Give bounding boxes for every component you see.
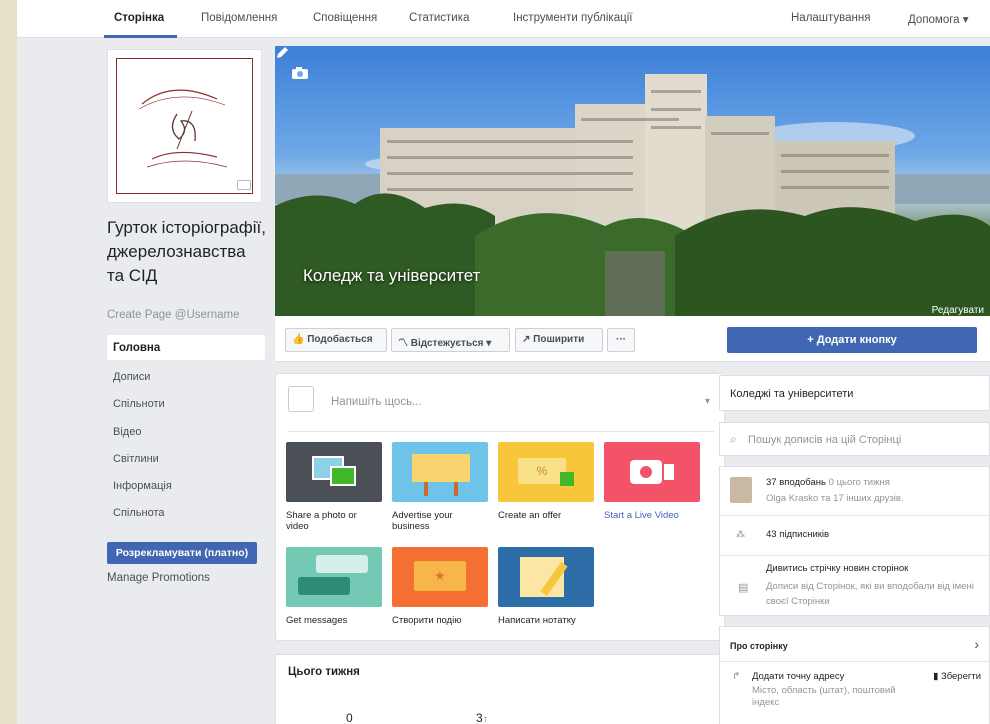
tab-settings[interactable]: Налаштування (791, 12, 870, 24)
tile-create-offer[interactable]: % Create an offer (498, 442, 594, 521)
pages-feed-desc: Дописи від Сторінок, які ви вподобали ві… (766, 581, 974, 607)
tab-messages[interactable]: Повідомлення (201, 12, 277, 24)
messages-icon (286, 547, 382, 607)
composer-divider (288, 431, 714, 432)
tab-insights[interactable]: Статистика (409, 12, 469, 24)
sidebar-item-community[interactable]: Спільнота (113, 507, 164, 519)
tile-share-photo[interactable]: Share a photo or video (286, 442, 382, 532)
sidebar-item-videos[interactable]: Відео (113, 426, 141, 438)
like-button[interactable]: 👍 Подобається (285, 328, 387, 352)
page-action-bar: 👍 Подобається 〽 Відстежується ▾ ↗ Пошири… (275, 316, 990, 362)
avatar (730, 477, 752, 503)
this-week-card: Цього тижня 0 3↑ (275, 654, 725, 724)
ticket-icon: ★ (392, 547, 488, 607)
tile-advertise[interactable]: Advertise your business (392, 442, 488, 532)
avatar (288, 386, 314, 412)
cover-category: Коледж та університет (303, 266, 481, 285)
profile-logo-frame (116, 58, 253, 194)
tab-notifications[interactable]: Сповіщення (313, 12, 377, 24)
up-arrow-icon: ↑ (482, 714, 488, 724)
about-title[interactable]: Про сторінку (730, 641, 788, 651)
divider (720, 555, 989, 556)
stat-value-1: 0 (346, 711, 353, 724)
divider (720, 515, 989, 516)
share-label: Поширити (533, 334, 585, 345)
tile-get-messages[interactable]: Get messages (286, 547, 382, 626)
composer-input[interactable]: Напишіть щось... (331, 396, 422, 408)
bookmark-icon: ▮ (933, 671, 939, 682)
friends-line[interactable]: Olga Krasko та 17 інших друзів. (766, 493, 904, 504)
active-tab-indicator (104, 35, 177, 38)
note-icon (498, 547, 594, 607)
live-video-icon (604, 442, 700, 502)
audience-selector[interactable]: ▾ (705, 396, 710, 407)
promote-button[interactable]: Розрекламувати (платно) (107, 542, 257, 564)
tile-label: Get messages (286, 615, 348, 626)
category-card: Коледжі та університети (719, 375, 990, 411)
facebook-page-window: Сторінка Повідомлення Сповіщення Статист… (17, 0, 990, 724)
rss-icon: 〽 (398, 338, 408, 349)
address-hint: Місто, область (штат), поштовий індекс (752, 685, 896, 708)
tile-write-note[interactable]: Написати нотатку (498, 547, 594, 626)
tile-label: Advertise your business (392, 510, 453, 532)
pages-feed-link[interactable]: Дивитись стрічку новин сторінок (766, 563, 908, 574)
sidebar-item-photos[interactable]: Світлини (113, 453, 159, 465)
sidebar-item-posts[interactable]: Дописи (113, 371, 150, 383)
share-arrow-icon: ↗ (522, 334, 531, 345)
like-label: Подобається (307, 334, 373, 345)
pencil-icon[interactable] (275, 46, 289, 60)
tab-publishing-tools[interactable]: Інструменти публікації (513, 12, 632, 24)
camera-icon[interactable] (237, 180, 251, 190)
page-name: Гурток історіографії, джерелознавства та… (107, 218, 267, 285)
more-options-button[interactable]: ··· (607, 328, 635, 352)
offer-icon: % (498, 442, 594, 502)
chevron-right-icon[interactable]: › (974, 636, 979, 652)
follow-button[interactable]: 〽 Відстежується ▾ (391, 328, 510, 352)
tile-label: Share a photo or video (286, 510, 357, 532)
page-category: Коледжі та університети (730, 388, 854, 400)
add-button-cta[interactable]: + Додати кнопку (727, 327, 977, 353)
divider (720, 661, 989, 662)
share-button[interactable]: ↗ Поширити (515, 328, 603, 352)
create-username-link[interactable]: Create Page @Username (107, 309, 240, 321)
page-top-nav: Сторінка Повідомлення Сповіщення Статист… (17, 0, 990, 38)
tile-label: Start a Live Video (604, 510, 679, 521)
manage-promotions-link[interactable]: Manage Promotions (107, 572, 210, 584)
tab-help[interactable]: Допомога ▾ (908, 12, 969, 26)
search-input[interactable]: Пошук дописів на цій Сторінці (748, 434, 901, 446)
club-logo (138, 89, 228, 168)
likes-line: 37 вподобань 0 цього тижня (766, 477, 890, 488)
followers-count: 43 підписників (766, 529, 830, 540)
save-button[interactable]: ▮ Зберегти (933, 671, 981, 682)
tile-live-video[interactable]: Start a Live Video (604, 442, 700, 521)
sidebar-item-communities[interactable]: Спільноти (113, 398, 165, 410)
tile-label: Написати нотатку (498, 615, 576, 626)
camera-icon[interactable] (291, 66, 309, 80)
this-week-title: Цього тижня (288, 666, 360, 678)
sidebar-item-home[interactable]: Головна (107, 335, 265, 360)
post-composer: Напишіть щось... ▾ Share a photo or vide… (275, 373, 725, 641)
page-stats-card: 37 вподобань 0 цього тижня Olga Krasko т… (719, 466, 990, 616)
add-address-link[interactable]: Додати точну адресу (752, 671, 844, 682)
sidebar-item-about[interactable]: Інформація (113, 480, 172, 492)
tile-label: Створити подію (392, 615, 462, 626)
followers-icon: ⁂ (736, 529, 745, 539)
tab-page[interactable]: Сторінка (114, 12, 164, 24)
cover-photo[interactable]: Коледж та університет Редагувати (275, 46, 990, 316)
profile-picture[interactable] (107, 49, 262, 203)
search-icon: ⌕ (730, 432, 737, 446)
follow-label: Відстежується ▾ (410, 338, 492, 349)
page-search[interactable]: ⌕ Пошук дописів на цій Сторінці (719, 422, 990, 456)
edit-cover-link[interactable]: Редагувати (932, 305, 984, 316)
news-feed-icon: ▤ (738, 582, 749, 594)
directions-icon: ↱ (732, 671, 741, 682)
tile-create-event[interactable]: ★ Створити подію (392, 547, 488, 626)
stat-value-2: 3↑ (476, 711, 488, 724)
photo-video-icon (286, 442, 382, 502)
about-card: Про сторінку › ↱ Додати точну адресу Міс… (719, 626, 990, 724)
thumbs-up-icon: 👍 (292, 334, 305, 345)
billboard-icon (392, 442, 488, 502)
tile-label: Create an offer (498, 510, 562, 521)
